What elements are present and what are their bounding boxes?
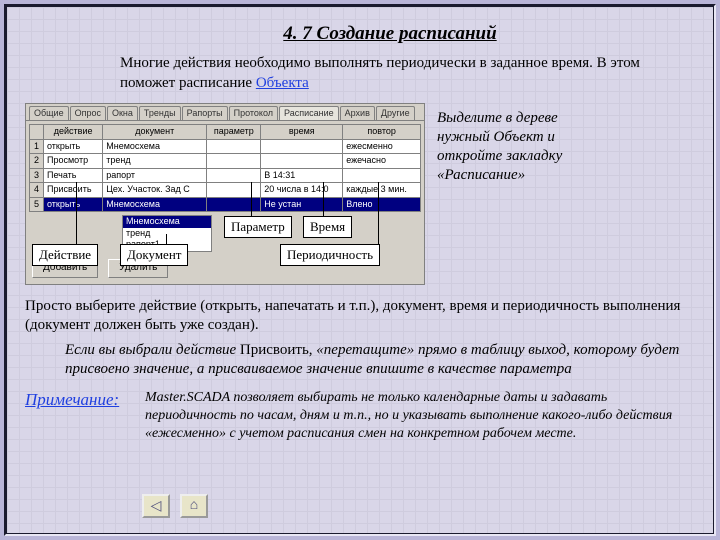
callout-line — [378, 182, 379, 244]
callout-line — [323, 182, 324, 216]
col-action: действие — [44, 125, 103, 140]
intro-plain: Многие действия необходимо выполнять пер… — [120, 55, 640, 90]
callout-time: Время — [303, 216, 352, 239]
table-row[interactable]: 5 открыть Мнемосхема Не устан Влено — [30, 197, 421, 212]
tab-bar: Общие Опрос Окна Тренды Рапорты Протокол… — [26, 104, 424, 122]
tab-schedule[interactable]: Расписание — [279, 106, 339, 121]
note-body: Master.SCADA позволяет выбирать не тольк… — [145, 389, 685, 443]
callout-param: Параметр — [224, 216, 292, 239]
tab-archive[interactable]: Архив — [340, 106, 375, 121]
table-row[interactable]: 4 Присвоить Цех. Участок. Зад С 20 числа… — [30, 183, 421, 198]
col-rowhead — [30, 125, 44, 140]
tab-trends[interactable]: Тренды — [139, 106, 181, 121]
callout-line — [166, 234, 167, 244]
side-note: Выделите в дереве нужный Объект и открой… — [437, 103, 587, 186]
callout-action: Действие — [32, 244, 98, 267]
intro-text: Многие действия необходимо выполнять пер… — [120, 54, 685, 92]
nav-home-button[interactable]: ⌂ — [180, 494, 208, 518]
object-link[interactable]: Объекта — [256, 75, 309, 91]
tab-reports[interactable]: Рапорты — [182, 106, 228, 121]
tab-windows[interactable]: Окна — [107, 106, 138, 121]
schedule-grid[interactable]: действие документ параметр время повтор … — [29, 124, 421, 212]
table-row[interactable]: 1 открыть Мнемосхема ежесменно — [30, 139, 421, 154]
callout-line — [76, 182, 77, 244]
callout-period: Периодичность — [280, 244, 380, 267]
tab-protocol[interactable]: Протокол — [229, 106, 278, 121]
col-repeat: повтор — [343, 125, 421, 140]
table-row[interactable]: 3 Печать рапорт В 14:31 — [30, 168, 421, 183]
paragraph-2: Если вы выбрали действие Присвоить, «пер… — [65, 341, 685, 379]
col-time: время — [261, 125, 343, 140]
paragraph-1: Просто выберите действие (открыть, напеч… — [25, 297, 685, 335]
tab-other[interactable]: Другие — [376, 106, 415, 121]
dropdown-item[interactable]: тренд — [123, 228, 211, 240]
table-row[interactable]: 2 Просмотр тренд ежечасно — [30, 154, 421, 169]
nav-back-button[interactable]: ◁ — [142, 494, 170, 518]
tab-poll[interactable]: Опрос — [70, 106, 106, 121]
tab-general[interactable]: Общие — [29, 106, 69, 121]
col-document: документ — [103, 125, 207, 140]
col-param: параметр — [207, 125, 261, 140]
callout-document: Документ — [120, 244, 188, 267]
screenshot-panel: Общие Опрос Окна Тренды Рапорты Протокол… — [25, 103, 425, 285]
note-label: Примечание: — [25, 389, 135, 411]
section-heading: 4. 7 Создание расписаний — [95, 22, 685, 46]
callout-line — [251, 182, 252, 216]
dropdown-selected: Мнемосхема — [123, 216, 211, 228]
